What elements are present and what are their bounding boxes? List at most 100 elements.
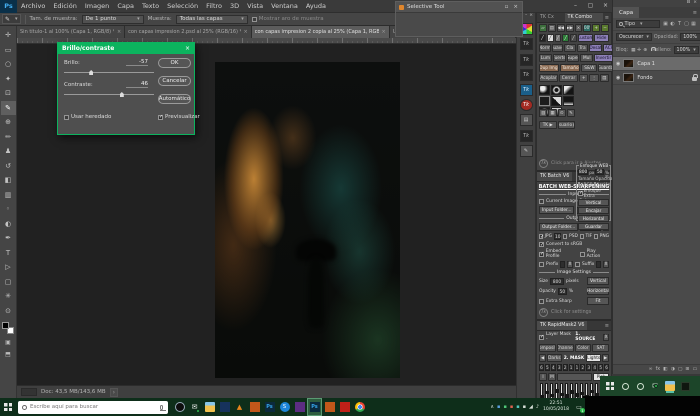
cortana-button[interactable] — [620, 381, 630, 391]
tool-button[interactable]: ▢ — [1, 275, 16, 290]
combo-button[interactable]: Cerrar — [559, 74, 578, 82]
layers-action-icon[interactable]: ∞ — [649, 367, 653, 372]
combo-button[interactable]: Custom — [578, 34, 593, 42]
mask-tool-icon[interactable]: ✎ — [567, 109, 575, 117]
lights-zone-button[interactable]: 4 — [592, 364, 597, 371]
preview-checkbox[interactable]: Previsualizar — [158, 114, 200, 120]
tool-button[interactable]: ✏ — [1, 130, 16, 145]
quick-mask-icon[interactable]: ▣ — [5, 339, 11, 346]
tk-module-icon[interactable]: Tk — [520, 38, 533, 50]
tray-icon[interactable]: ▪ — [503, 404, 506, 410]
open-icon[interactable]: ▱ — [539, 24, 547, 32]
use-legacy-checkbox[interactable]: Usar heredado — [64, 114, 111, 120]
combo-button[interactable]: Norm — [539, 44, 551, 52]
current-tool-chip[interactable]: ✎▾ — [2, 14, 21, 24]
tk-module-icon[interactable]: Tk — [520, 130, 533, 142]
menu-item[interactable]: Imagen — [81, 0, 113, 13]
tool-button[interactable]: ◦ — [1, 202, 16, 217]
tool-button[interactable]: ✒ — [1, 231, 16, 246]
lights-zone-button[interactable]: 6 — [604, 364, 609, 371]
taskbar-search[interactable] — [18, 401, 168, 414]
layer-name[interactable]: Fondo — [637, 75, 652, 81]
size-field[interactable]: 800 — [550, 278, 564, 285]
combo-button[interactable]: Tamaño — [560, 64, 580, 72]
output-folder-button[interactable]: Output Folder... — [539, 223, 578, 231]
combo-icon-button[interactable]: ▤ — [600, 74, 609, 82]
shift-darks-button[interactable]: ◀ — [539, 354, 546, 362]
combo-button[interactable]: Invertir — [594, 54, 613, 62]
taskbar-app-navy[interactable] — [217, 398, 232, 416]
mask-view-button[interactable]: M — [548, 373, 556, 381]
layers-action-icon[interactable]: ▢ — [678, 367, 683, 372]
tool-button[interactable]: ▭ — [1, 43, 16, 58]
sample-dropdown[interactable]: Todas las capas▾ — [176, 15, 248, 24]
tray-icon[interactable]: ▪ — [516, 404, 519, 410]
document-image[interactable] — [215, 62, 400, 378]
tk-menu-button[interactable]: TK ▶ — [539, 121, 557, 129]
lock-option-icon[interactable]: ⊕ — [642, 48, 648, 53]
filter-icon[interactable]: ▦ — [690, 21, 697, 27]
shift-lights-button[interactable]: ▶ — [602, 354, 609, 362]
brush-gray[interactable]: ╱ — [555, 34, 562, 42]
darks-zone-button[interactable]: 2 — [563, 364, 568, 371]
input-folder-button[interactable]: Input Folder... — [539, 206, 574, 214]
auto-button[interactable]: Automático — [158, 94, 191, 104]
combo-button[interactable]: Acoplar — [539, 74, 558, 82]
user-menu-button[interactable]: Usuario ▶ — [558, 121, 576, 129]
mask-preset-thumb[interactable] — [539, 96, 550, 106]
prefix-checkbox[interactable] — [539, 262, 544, 267]
batch-footer[interactable]: Tk Click for settings — [537, 306, 611, 319]
png-checkbox[interactable] — [594, 234, 598, 239]
action-checkbox[interactable] — [594, 182, 596, 187]
document-tab[interactable]: con capas impresion 2.psd al 25% (RGB/16… — [125, 26, 252, 38]
mask-preset-thumb[interactable] — [551, 85, 562, 95]
mask-preset-thumb[interactable] — [563, 85, 574, 95]
taskbar-clock[interactable]: 22:51 10/05/2018 — [543, 401, 569, 412]
filter-icon[interactable]: T — [676, 21, 683, 27]
combo-button[interactable]: Mul — [580, 54, 593, 62]
tool-button[interactable]: ⊡ — [1, 86, 16, 101]
lights-button[interactable]: Lights — [586, 354, 601, 362]
fill-dropdown[interactable]: 100%▾ — [674, 46, 699, 54]
mask-tool-icon[interactable]: ▥ — [539, 109, 547, 117]
mask-tool-icon[interactable]: ⊙ — [558, 109, 566, 117]
source-button[interactable]: Color — [575, 344, 592, 352]
tk-module-icon[interactable]: Tk — [520, 69, 533, 81]
web-size-field[interactable]: 800 — [578, 169, 588, 175]
taskbar-chrome[interactable] — [352, 398, 367, 416]
layer-row-capa1[interactable]: ◉ Capa 1 — [613, 57, 700, 71]
jpg-quality-field[interactable]: 10 — [554, 233, 561, 240]
visibility-eye-icon[interactable]: ◉ — [616, 61, 620, 67]
close-icon[interactable]: × — [512, 4, 519, 10]
opacity-field[interactable]: 50 — [558, 288, 567, 295]
foreground-color-swatch[interactable] — [2, 322, 9, 329]
close-icon[interactable]: × — [693, 0, 697, 7]
task-view-button[interactable] — [635, 381, 645, 391]
combo-button[interactable]: Suave — [552, 44, 564, 52]
jpg-checkbox[interactable] — [539, 234, 543, 239]
tool-button[interactable]: ◧ — [1, 173, 16, 188]
zoom-100-button[interactable]: 100% — [583, 24, 591, 32]
layer-filter-dropdown[interactable]: Tipo ▾ — [616, 20, 660, 28]
tool-button[interactable]: ✦ — [1, 72, 16, 87]
menu-item[interactable]: Edición — [49, 0, 81, 13]
taskbar-explorer[interactable] — [202, 398, 217, 416]
combo-button[interactable]: Dup Img. — [539, 64, 559, 72]
suffix-field[interactable] — [596, 261, 601, 268]
restore-icon[interactable]: ▫ — [504, 4, 510, 10]
collapse-icon[interactable]: ⊟ — [686, 0, 690, 7]
tool-button[interactable]: ⊕ — [1, 115, 16, 130]
tab-close-icon[interactable]: × — [117, 29, 121, 35]
color-swatches[interactable] — [2, 322, 14, 334]
taskbar-photoshop[interactable]: Ps — [307, 398, 322, 416]
source-button[interactable]: SAT — [592, 344, 609, 352]
redo-icon[interactable]: ▶▶ — [566, 24, 574, 32]
darks-zone-button[interactable]: 5 — [545, 364, 550, 371]
menu-item[interactable]: Selección — [163, 0, 202, 13]
tool-button[interactable]: ↺ — [1, 159, 16, 174]
menu-item[interactable]: 3D — [226, 0, 243, 13]
mask-preset-thumb[interactable] — [551, 96, 562, 106]
panel-menu-icon[interactable]: ≡ — [603, 13, 611, 22]
start-button[interactable] — [0, 398, 16, 416]
darks-zone-button[interactable]: 1 — [569, 364, 574, 371]
